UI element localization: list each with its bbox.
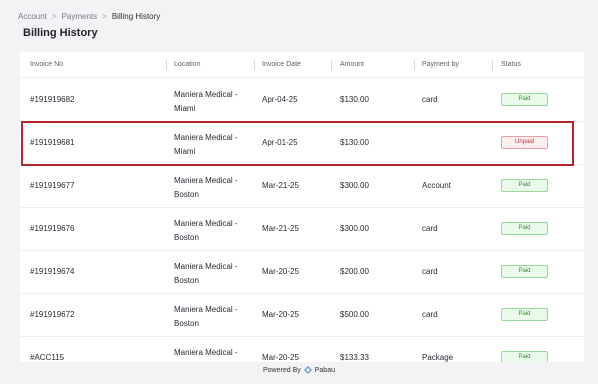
location-line: Boston — [174, 233, 199, 242]
amount-cell: $133.33 — [340, 353, 369, 362]
location-cell: Maniera Medical - Boston — [174, 260, 238, 288]
payment-by-cell: card — [422, 310, 438, 319]
amount-cell: $500.00 — [340, 310, 369, 319]
column-divider — [414, 60, 415, 70]
amount-cell: $300.00 — [340, 224, 369, 233]
location-line: Maniera Medical - — [174, 262, 238, 271]
location-line: Maniera Medical - — [174, 90, 238, 99]
invoice-no-cell[interactable]: #191919676 — [30, 224, 75, 233]
location-cell: Maniera Medical - Boston — [174, 303, 238, 331]
location-line: Miami — [174, 147, 196, 156]
table-row[interactable]: #ACC115 Maniera Medical - Mar-20-25 $133.33… — [20, 337, 584, 362]
table-row[interactable]: #191919681 Maniera Medical - Miami Apr-01-2… — [20, 122, 584, 165]
amount-cell: $200.00 — [340, 267, 369, 276]
status-badge: Paid — [501, 265, 548, 278]
location-line: Maniera Medical - — [174, 176, 238, 185]
status-badge: Paid — [501, 308, 548, 321]
location-cell: Maniera Medical - Miami — [174, 88, 238, 116]
breadcrumb-item-payments[interactable]: Payments — [62, 12, 98, 21]
location-line: Maniera Medical - — [174, 305, 238, 314]
invoice-date-cell: Apr-01-25 — [262, 138, 298, 147]
payment-by-cell: card — [422, 224, 438, 233]
invoice-no-cell[interactable]: #191919672 — [30, 310, 75, 319]
invoice-no-cell[interactable]: #ACC115 — [30, 353, 64, 362]
invoice-no-cell[interactable]: #191919682 — [30, 95, 75, 104]
payment-by-cell: Package — [422, 353, 454, 362]
location-cell: Maniera Medical - Miami — [174, 131, 238, 159]
header-status[interactable]: Status — [501, 61, 521, 68]
table-row[interactable]: #191919682 Maniera Medical - Miami Apr-04-2… — [20, 79, 584, 122]
location-line: Maniera Medical - — [174, 219, 238, 228]
invoice-date-cell: Mar-20-25 — [262, 353, 299, 362]
page-title: Billing History — [23, 27, 98, 39]
column-divider — [331, 60, 332, 70]
location-line: Boston — [174, 319, 199, 328]
invoice-date-cell: Mar-20-25 — [262, 310, 299, 319]
table-row[interactable]: #191919676 Maniera Medical - Boston Mar-21-… — [20, 208, 584, 251]
invoice-no-cell[interactable]: #191919681 — [30, 138, 75, 147]
location-line: Boston — [174, 190, 199, 199]
table-row[interactable]: #191919674 Maniera Medical - Boston Mar-20-… — [20, 251, 584, 294]
payment-by-cell: Account — [422, 181, 451, 190]
breadcrumb-item-account[interactable]: Account — [18, 12, 47, 21]
invoice-no-cell[interactable]: #191919677 — [30, 181, 75, 190]
invoice-date-cell: Mar-20-25 — [262, 267, 299, 276]
status-badge: Unpaid — [501, 136, 548, 149]
amount-cell: $300.00 — [340, 181, 369, 190]
pabau-logo-icon — [303, 366, 312, 374]
invoice-no-cell[interactable]: #191919674 — [30, 267, 75, 276]
breadcrumb-item-billing-history: Billing History — [111, 12, 161, 21]
header-invoice-no[interactable]: Invoice No — [30, 61, 63, 68]
invoice-date-cell: Mar-21-25 — [262, 181, 299, 190]
amount-cell: $130.00 — [340, 138, 369, 147]
location-cell: Maniera Medical - Boston — [174, 217, 238, 245]
header-location[interactable]: Location — [174, 61, 200, 68]
table-row[interactable]: #191919672 Maniera Medical - Boston Mar-20-… — [20, 294, 584, 337]
table-row[interactable]: #191919677 Maniera Medical - Boston Mar-21-… — [20, 165, 584, 208]
location-cell: Maniera Medical - Boston — [174, 174, 238, 202]
column-divider — [492, 60, 493, 70]
powered-by-label: Powered By — [263, 366, 301, 374]
location-line: Boston — [174, 276, 199, 285]
status-badge: Paid — [501, 351, 548, 362]
breadcrumb: Account > Payments > Billing History — [18, 12, 160, 21]
billing-table: Invoice No Location Invoice Date Amount … — [20, 52, 584, 362]
invoice-date-cell: Mar-21-25 — [262, 224, 299, 233]
header-invoice-date[interactable]: Invoice Date — [262, 61, 301, 68]
header-payment-by[interactable]: Payment by — [422, 61, 459, 68]
amount-cell: $130.00 — [340, 95, 369, 104]
breadcrumb-separator: > — [102, 12, 107, 21]
header-amount[interactable]: Amount — [340, 61, 364, 68]
status-badge: Paid — [501, 179, 548, 192]
location-line: Maniera Medical - — [174, 348, 238, 357]
status-badge: Paid — [501, 93, 548, 106]
table-header: Invoice No Location Invoice Date Amount … — [20, 52, 584, 78]
status-badge: Paid — [501, 222, 548, 235]
payment-by-cell: card — [422, 267, 438, 276]
footer: Powered By Pabau — [0, 366, 598, 374]
payment-by-cell: card — [422, 95, 438, 104]
column-divider — [166, 60, 167, 70]
column-divider — [254, 60, 255, 70]
location-cell: Maniera Medical - — [174, 346, 238, 360]
brand-name[interactable]: Pabau — [315, 367, 335, 374]
location-line: Miami — [174, 104, 196, 113]
invoice-date-cell: Apr-04-25 — [262, 95, 298, 104]
breadcrumb-separator: > — [51, 12, 57, 21]
location-line: Maniera Medical - — [174, 133, 238, 142]
